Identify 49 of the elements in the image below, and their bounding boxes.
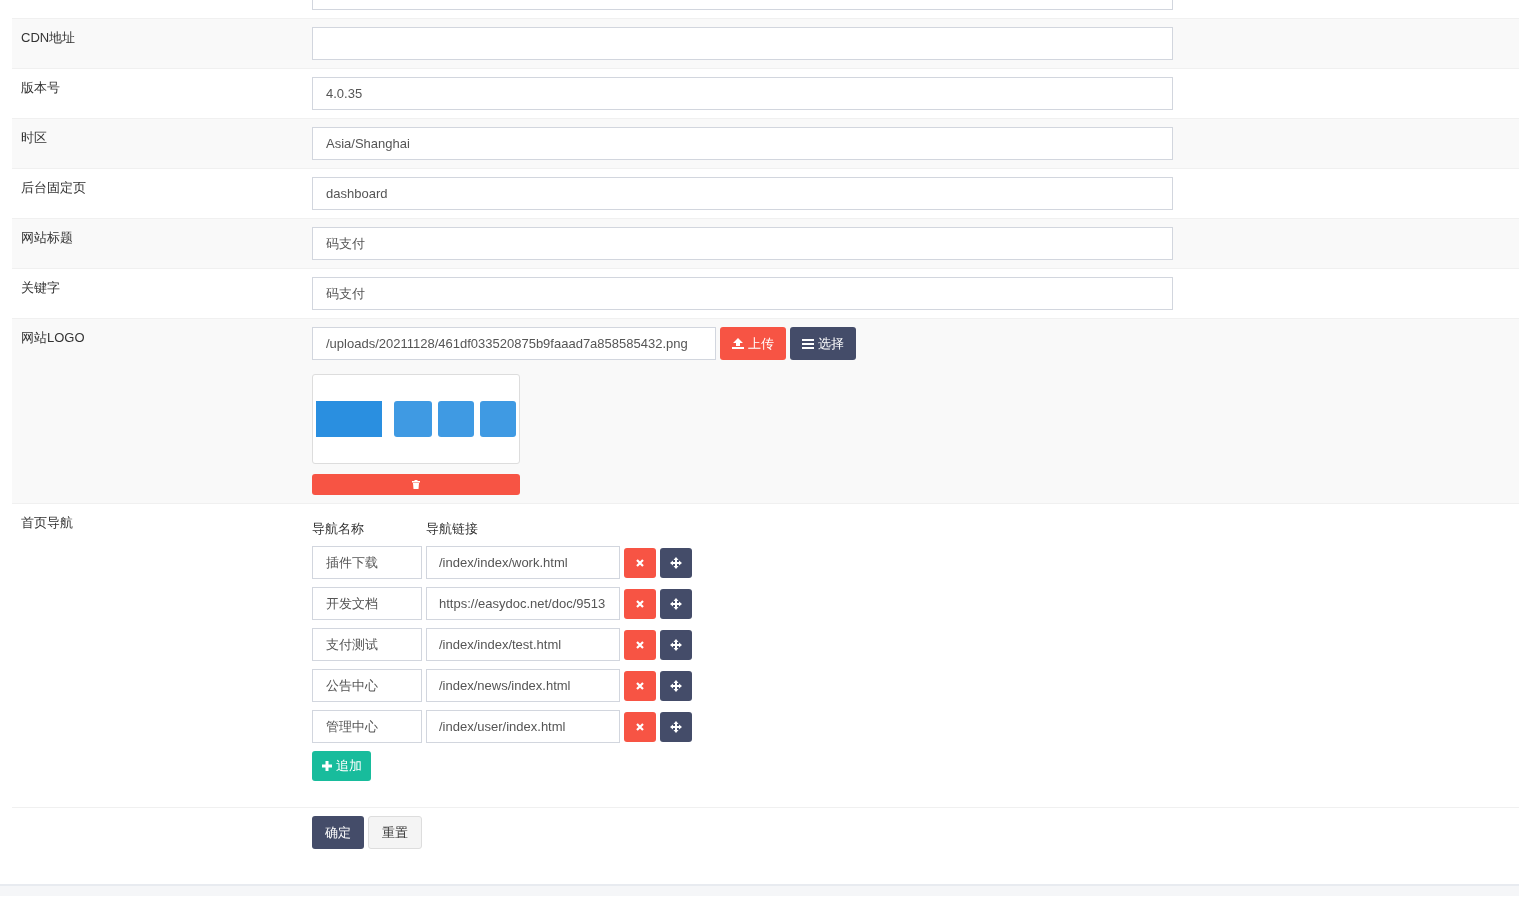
text-field[interactable]: 码支付 xyxy=(312,277,1173,310)
column-header: 导航链接 xyxy=(426,520,478,538)
close-icon xyxy=(636,558,644,567)
text-field[interactable] xyxy=(312,27,1173,60)
move-icon xyxy=(670,556,682,569)
field-label: 首页导航 xyxy=(21,515,73,530)
nav-name-field[interactable]: 管理中心 xyxy=(312,710,422,743)
nav-link-field[interactable]: https://easydoc.net/doc/9513 xyxy=(426,587,620,620)
nav-name-field[interactable]: 插件下载 xyxy=(312,546,422,579)
trash-icon xyxy=(412,480,420,489)
text-field[interactable]: 码支付 xyxy=(312,227,1173,260)
nav-link-field[interactable]: /index/index/work.html xyxy=(426,546,620,579)
nav-name-field[interactable]: 开发文档 xyxy=(312,587,422,620)
drag-handle[interactable] xyxy=(660,588,692,619)
upload-icon xyxy=(732,338,744,349)
file-path-field[interactable]: /uploads/20211128/461df033520875b9faaad7a858585432.png xyxy=(312,327,716,360)
close-icon xyxy=(636,722,644,731)
drag-handle[interactable] xyxy=(660,711,692,742)
nav-name-field[interactable]: 支付测试 xyxy=(312,628,422,661)
submit-button[interactable]: 确定 xyxy=(312,816,364,849)
move-icon xyxy=(670,720,682,733)
drag-handle[interactable] xyxy=(660,670,692,701)
close-icon xyxy=(636,640,644,649)
field-label: 后台固定页 xyxy=(21,180,86,195)
field-label: 网站标题 xyxy=(21,230,73,245)
text-field[interactable]: Asia/Shanghai xyxy=(312,127,1173,160)
field-label: CDN地址 xyxy=(21,30,76,45)
nav-name-field[interactable]: 公告中心 xyxy=(312,669,422,702)
choose-button[interactable]: 选择 xyxy=(790,327,856,360)
nav-link-field[interactable]: /index/index/test.html xyxy=(426,628,620,661)
column-header: 导航名称 xyxy=(312,520,365,538)
list-icon xyxy=(802,338,814,349)
drag-handle[interactable] xyxy=(660,547,692,578)
move-icon xyxy=(670,679,682,692)
move-icon xyxy=(670,638,682,651)
move-icon xyxy=(670,597,682,610)
nav-link-field[interactable]: /index/news/index.html xyxy=(426,669,620,702)
close-icon xyxy=(636,599,644,608)
field-label: 关键字 xyxy=(21,280,60,295)
nav-link-field[interactable]: /index/user/index.html xyxy=(426,710,620,743)
text-field[interactable]: dashboard xyxy=(312,177,1173,210)
field-label: 网站LOGO xyxy=(21,330,85,345)
field-label: 时区 xyxy=(21,130,47,145)
field-label: 版本号 xyxy=(21,80,60,95)
text-field[interactable]: 4.0.35 xyxy=(312,77,1173,110)
close-icon xyxy=(636,681,644,690)
reset-button[interactable]: 重置 xyxy=(368,816,422,849)
drag-handle[interactable] xyxy=(660,629,692,660)
plus-icon xyxy=(321,761,332,771)
